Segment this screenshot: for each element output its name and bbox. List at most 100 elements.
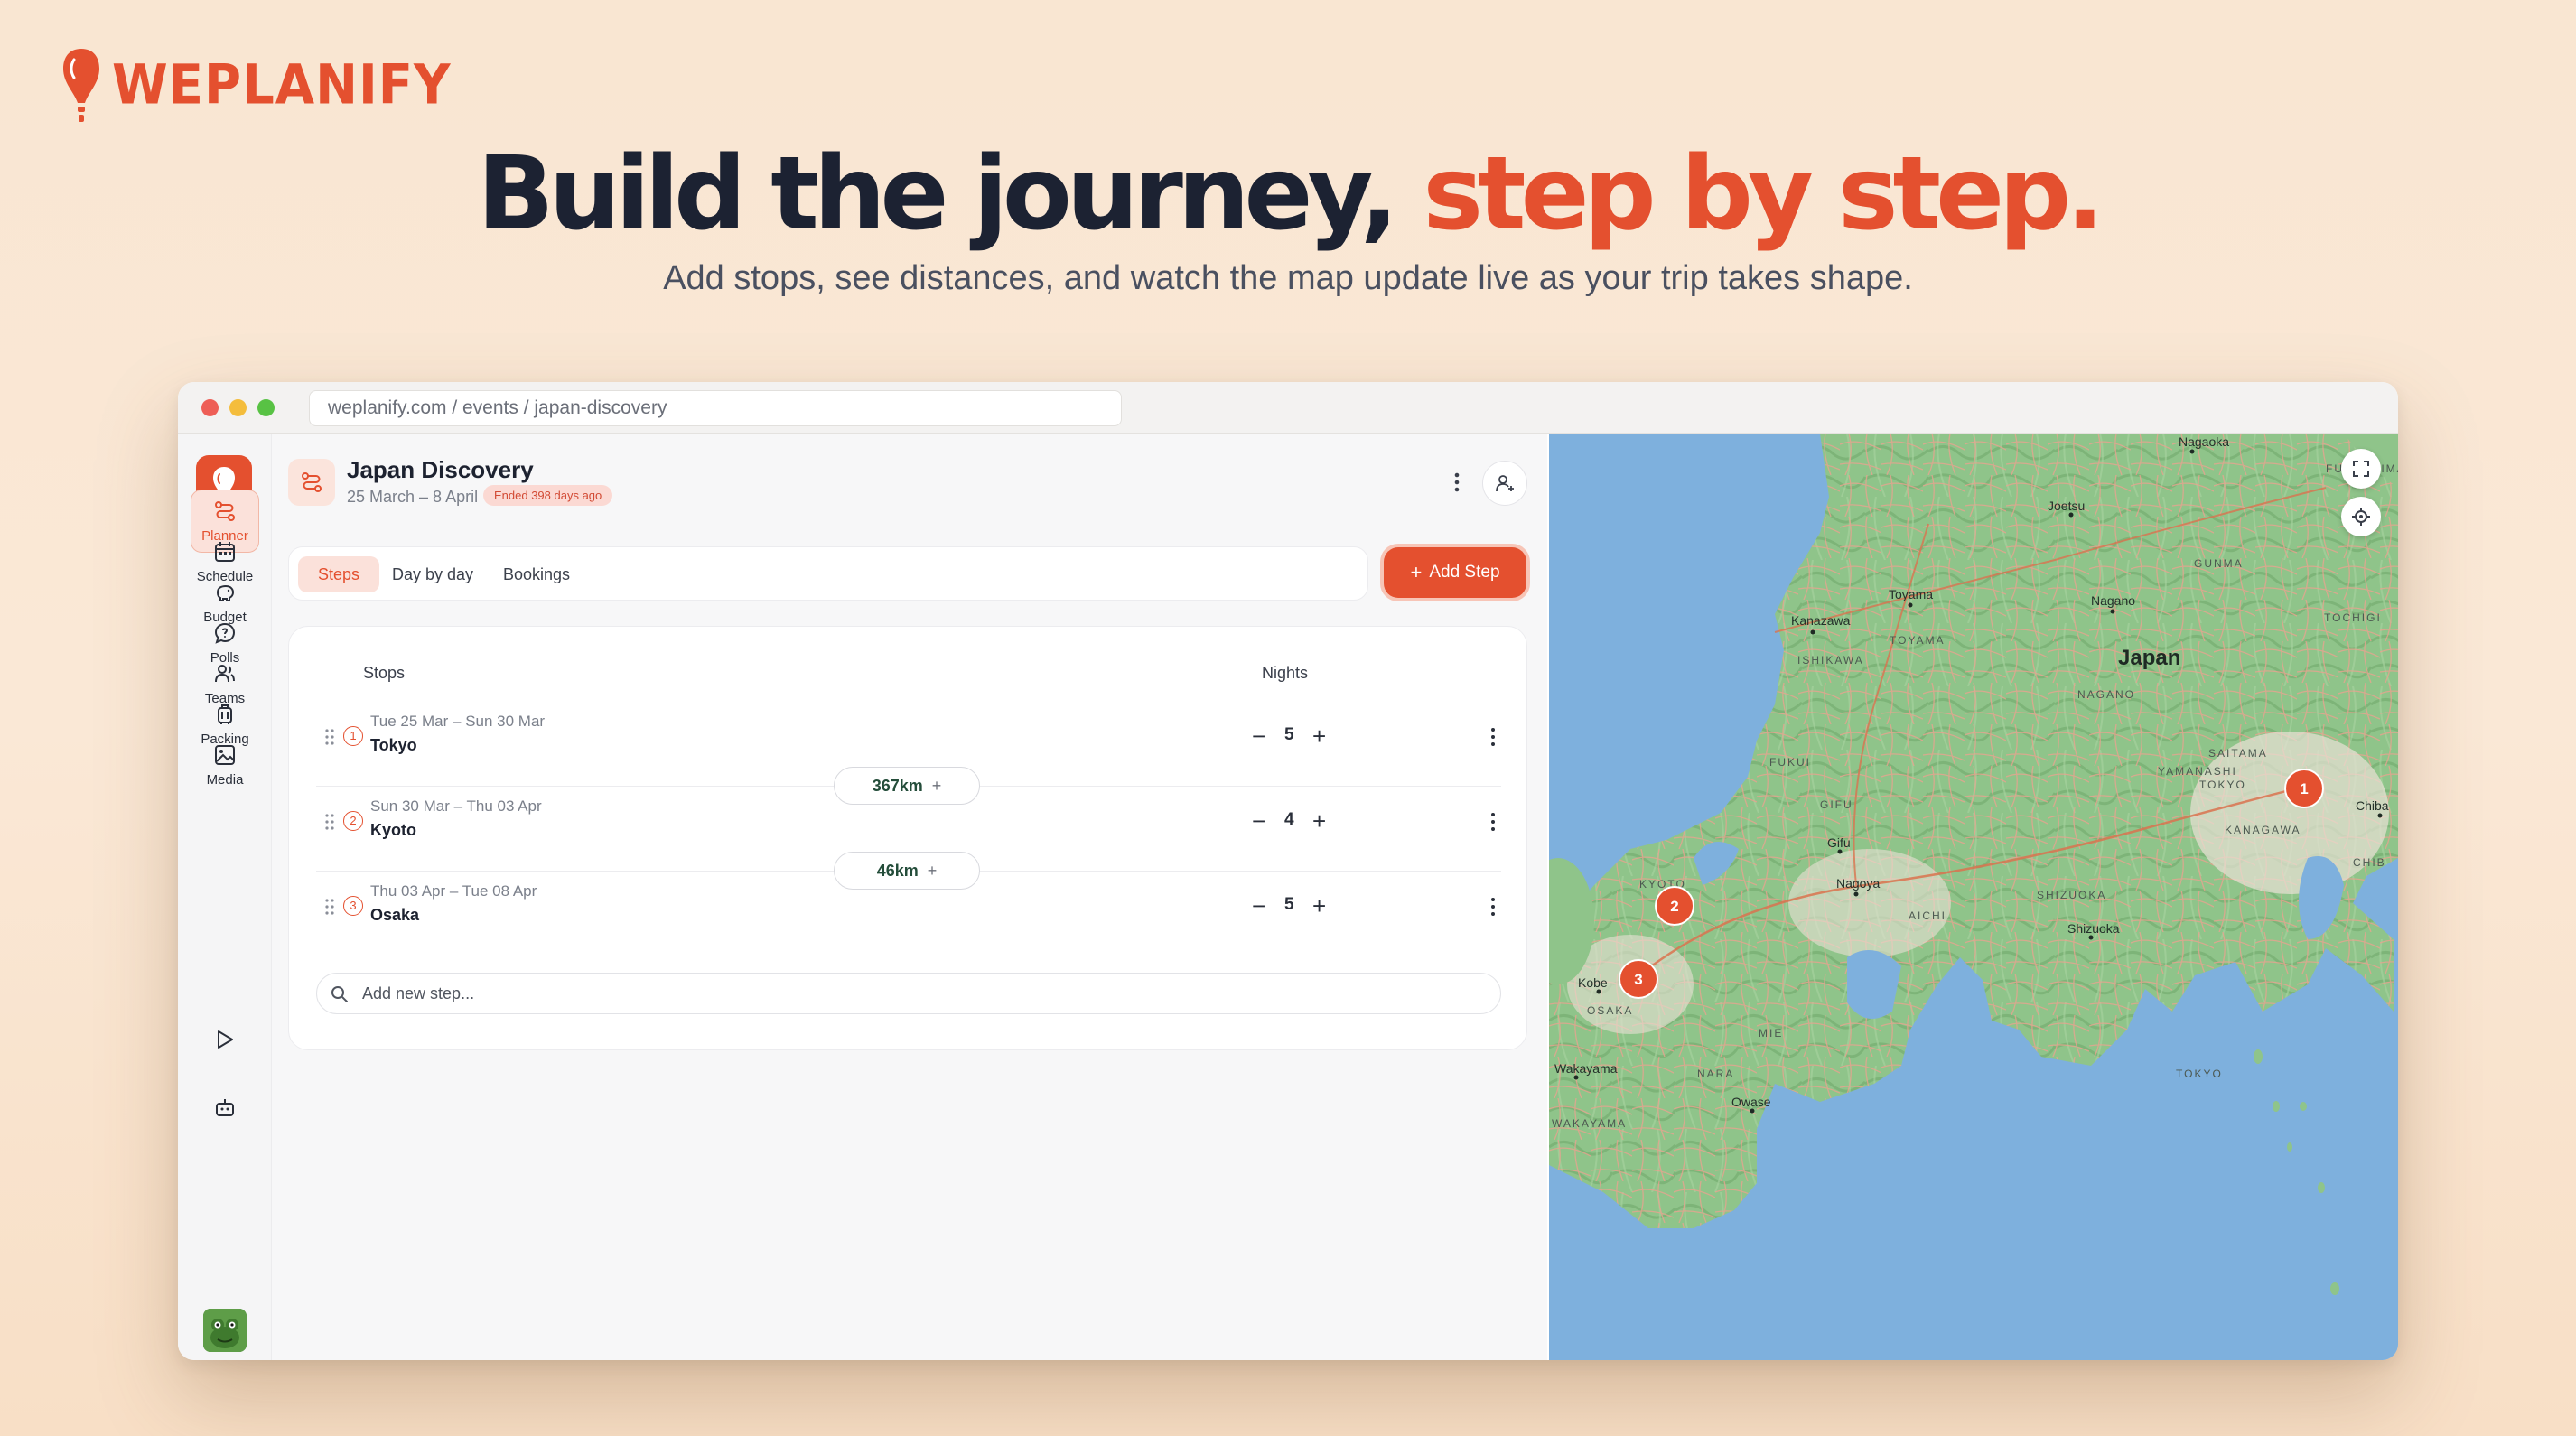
minimize-window-button[interactable] — [229, 399, 247, 416]
map-region-label: SAITAMA — [2208, 747, 2268, 760]
plus-icon: + — [1410, 561, 1423, 583]
search-icon — [331, 986, 348, 1002]
map-marker-kyoto[interactable]: 2 — [1655, 886, 1694, 926]
sidebar-item-label: Media — [206, 771, 244, 788]
step-dates: Sun 30 Mar – Thu 03 Apr — [370, 797, 542, 815]
more-vertical-icon[interactable] — [1489, 809, 1498, 835]
event-more-button[interactable] — [1443, 464, 1470, 500]
event-dates: 25 March – 8 April — [347, 488, 479, 506]
close-window-button[interactable] — [201, 399, 219, 416]
map-region-label: TOKYO — [2176, 1068, 2223, 1080]
map-region-label: KANAGAWA — [2225, 824, 2301, 836]
tab-bar: Steps Day by day Bookings — [288, 546, 1368, 601]
decrease-nights-button[interactable]: − — [1252, 809, 1265, 833]
hero-title-accent: step by step. — [1423, 135, 2104, 253]
map-view[interactable]: Japan Nagaoka Joetsu Toyama Kanazawa Nag… — [1549, 434, 2398, 1360]
map-region-label: WAKAYAMA — [1552, 1117, 1627, 1130]
status-badge: Ended 398 days ago — [483, 485, 613, 506]
map-region-label: TOYAMA — [1890, 634, 1946, 647]
map-marker-osaka[interactable]: 3 — [1619, 959, 1658, 999]
map-city-label: Joetsu — [2048, 499, 2085, 513]
more-vertical-icon[interactable] — [1489, 724, 1498, 750]
map-city-label: Owase — [1731, 1095, 1771, 1109]
poll-icon — [214, 622, 236, 644]
increase-nights-button[interactable]: + — [1312, 809, 1326, 833]
hero-title: Build the journey, step by step. — [0, 135, 2576, 253]
add-step-label: Add Step — [1429, 563, 1500, 582]
map-region-label: ISHIKAWA — [1797, 654, 1864, 667]
browser-window: weplanify.com / events / japan-discovery… — [178, 382, 2398, 1360]
map-city-label: Nagoya — [1836, 876, 1880, 891]
map-region-label: FUKUI — [1769, 756, 1811, 769]
avatar[interactable] — [203, 1309, 247, 1352]
add-new-step-input[interactable] — [362, 974, 1482, 1013]
drag-handle-icon[interactable] — [323, 811, 336, 833]
distance-value: 367km — [872, 777, 923, 795]
locate-icon — [2352, 508, 2370, 526]
step-dates: Tue 25 Mar – Sun 30 Mar — [370, 713, 546, 730]
nights-count: 5 — [1284, 895, 1294, 914]
hero-subtitle: Add stops, see distances, and watch the … — [663, 259, 1913, 297]
play-icon — [218, 1030, 233, 1049]
tab-day-by-day[interactable]: Day by day — [372, 556, 493, 592]
map-region-label: GUNMA — [2194, 557, 2244, 570]
map-city-label: Gifu — [1827, 835, 1851, 850]
nights-count: 5 — [1284, 725, 1294, 744]
decrease-nights-button[interactable]: − — [1252, 724, 1265, 748]
add-new-step-field[interactable] — [316, 973, 1501, 1014]
distance-pill[interactable]: 46km + — [834, 852, 980, 890]
add-step-button[interactable]: + Add Step — [1384, 547, 1526, 598]
drag-handle-icon[interactable] — [323, 896, 336, 918]
map-region-label: YAMANASHI — [2158, 765, 2237, 778]
map-country-label: Japan — [2118, 646, 2180, 670]
brand-name: WEPLANIFY — [112, 52, 452, 117]
increase-nights-button[interactable]: + — [1312, 894, 1326, 918]
steps-card: Stops Nights 1 Tue 25 Mar – Sun 30 Mar T… — [288, 626, 1527, 1050]
map-city-label: Kobe — [1578, 975, 1608, 990]
sidebar-item-media[interactable]: Media — [191, 733, 259, 797]
event-icon — [288, 459, 335, 506]
distance-pill[interactable]: 367km + — [834, 767, 980, 805]
map-region-label: MIE — [1759, 1027, 1783, 1040]
map-city-label: Nagaoka — [2179, 434, 2229, 449]
map-canvas[interactable]: Japan Nagaoka Joetsu Toyama Kanazawa Nag… — [1549, 434, 2398, 1360]
map-region-label: OSAKA — [1587, 1004, 1633, 1017]
users-icon — [215, 664, 235, 682]
step-number: 3 — [343, 896, 363, 916]
marker-number: 2 — [1670, 898, 1678, 915]
map-marker-tokyo[interactable]: 1 — [2284, 769, 2324, 808]
play-button[interactable] — [201, 1016, 248, 1063]
plus-icon: + — [931, 777, 942, 795]
assistant-button[interactable] — [201, 1084, 248, 1131]
pin-icon — [63, 49, 99, 122]
step-city: Kyoto — [370, 821, 416, 839]
event-title: Japan Discovery — [347, 456, 534, 483]
step-number: 1 — [343, 726, 363, 746]
map-city-label: Chiba — [2356, 798, 2389, 813]
invite-user-button[interactable] — [1482, 461, 1527, 506]
brand-logo: WEPLANIFY — [61, 47, 452, 123]
tab-steps[interactable]: Steps — [298, 556, 380, 592]
address-bar[interactable]: weplanify.com / events / japan-discovery — [309, 390, 1122, 426]
locate-button[interactable] — [2341, 497, 2381, 536]
more-vertical-icon[interactable] — [1489, 894, 1498, 919]
route-icon — [215, 500, 235, 521]
map-city-label: Shizuoka — [2067, 921, 2120, 936]
image-icon — [215, 744, 235, 765]
increase-nights-button[interactable]: + — [1312, 724, 1326, 748]
map-region-label: AICHI — [1909, 909, 1946, 922]
step-number: 2 — [343, 811, 363, 831]
marker-number: 1 — [2300, 780, 2308, 797]
plus-icon: + — [927, 862, 938, 880]
planner-panel: Japan Discovery 25 March – 8 April Ended… — [272, 434, 1547, 1360]
drag-handle-icon[interactable] — [323, 726, 336, 748]
maximize-window-button[interactable] — [257, 399, 275, 416]
marker-number: 3 — [1634, 971, 1642, 988]
bot-icon — [216, 1099, 234, 1116]
map-region-label: GIFU — [1820, 798, 1853, 811]
map-city-label: Wakayama — [1554, 1061, 1618, 1076]
column-header-nights: Nights — [1262, 664, 1309, 682]
decrease-nights-button[interactable]: − — [1252, 894, 1265, 918]
tab-bookings[interactable]: Bookings — [483, 556, 590, 592]
fullscreen-button[interactable] — [2341, 449, 2381, 489]
